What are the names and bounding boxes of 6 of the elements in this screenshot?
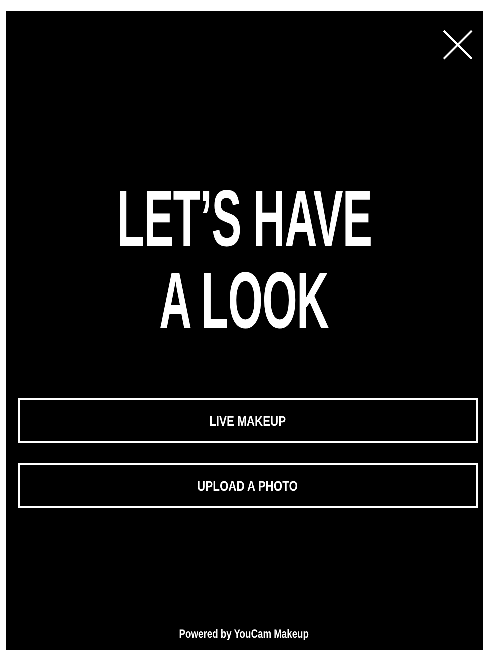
option-button[interactable]: LIVE MAKEUP (18, 398, 478, 443)
powered-by-text: Powered by YouCam Makeup (180, 627, 310, 641)
headline: LET’S HAVE (117, 179, 372, 259)
headline: A LOOK (160, 261, 330, 341)
option-button[interactable]: UPLOAD A PHOTO (18, 463, 478, 508)
close-icon[interactable] (443, 30, 473, 60)
